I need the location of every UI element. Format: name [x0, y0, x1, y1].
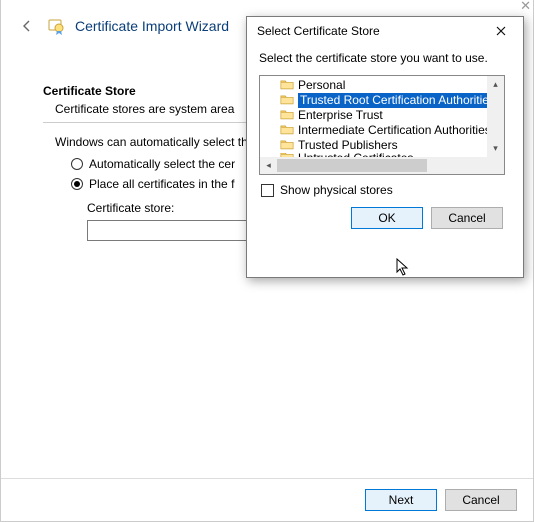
tree-item-label: Trusted Publishers — [298, 138, 398, 153]
select-certificate-store-dialog: Select Certificate Store Select the cert… — [246, 16, 524, 278]
show-physical-stores-checkbox[interactable]: Show physical stores — [261, 183, 511, 197]
folder-icon — [280, 124, 294, 138]
scroll-up-icon[interactable]: ▴ — [487, 76, 504, 93]
wizard-title: Certificate Import Wizard — [75, 18, 229, 34]
radio-auto-label: Automatically select the cer — [89, 157, 235, 171]
radio-checked-icon — [71, 178, 83, 190]
radio-unchecked-icon — [71, 158, 83, 170]
tree-item-label: Trusted Root Certification Authorities — [298, 93, 497, 108]
scroll-thumb[interactable] — [277, 159, 427, 172]
folder-icon — [280, 94, 294, 108]
tree-item[interactable]: Trusted Publishers — [264, 138, 504, 153]
dialog-titlebar: Select Certificate Store — [247, 17, 523, 45]
dialog-instruction: Select the certificate store you want to… — [259, 51, 511, 65]
dialog-title: Select Certificate Store — [257, 24, 380, 38]
radio-place-label: Place all certificates in the f — [89, 177, 234, 191]
tree-item-label: Enterprise Trust — [298, 108, 383, 123]
dialog-cancel-button[interactable]: Cancel — [431, 207, 503, 229]
certificate-wizard-icon — [47, 17, 65, 35]
tree-item[interactable]: Trusted Root Certification Authorities — [264, 93, 504, 108]
back-arrow-icon[interactable] — [17, 16, 37, 36]
scroll-down-icon[interactable]: ▾ — [487, 140, 504, 157]
show-physical-stores-label: Show physical stores — [280, 183, 393, 197]
folder-icon — [280, 109, 294, 123]
folder-icon — [280, 139, 294, 153]
tree-item[interactable]: Enterprise Trust — [264, 108, 504, 123]
tree-item[interactable]: Intermediate Certification Authorities — [264, 123, 504, 138]
certificate-store-tree[interactable]: PersonalTrusted Root Certification Autho… — [259, 75, 505, 175]
wizard-footer: Next Cancel — [1, 478, 533, 521]
folder-icon — [280, 79, 294, 93]
vertical-scrollbar[interactable]: ▴ ▾ — [487, 76, 504, 157]
checkbox-unchecked-icon — [261, 184, 274, 197]
wizard-cancel-button[interactable]: Cancel — [445, 489, 517, 511]
scroll-left-icon[interactable]: ◂ — [260, 157, 277, 174]
scroll-corner — [487, 157, 504, 174]
next-button[interactable]: Next — [365, 489, 437, 511]
tree-item-label: Personal — [298, 78, 345, 93]
wizard-close-x-icon[interactable]: ✕ — [520, 0, 531, 14]
horizontal-scrollbar[interactable]: ◂ ▸ — [260, 157, 504, 174]
tree-item[interactable]: Personal — [264, 78, 504, 93]
ok-button[interactable]: OK — [351, 207, 423, 229]
tree-item-label: Intermediate Certification Authorities — [298, 123, 491, 138]
close-icon[interactable] — [481, 18, 521, 44]
